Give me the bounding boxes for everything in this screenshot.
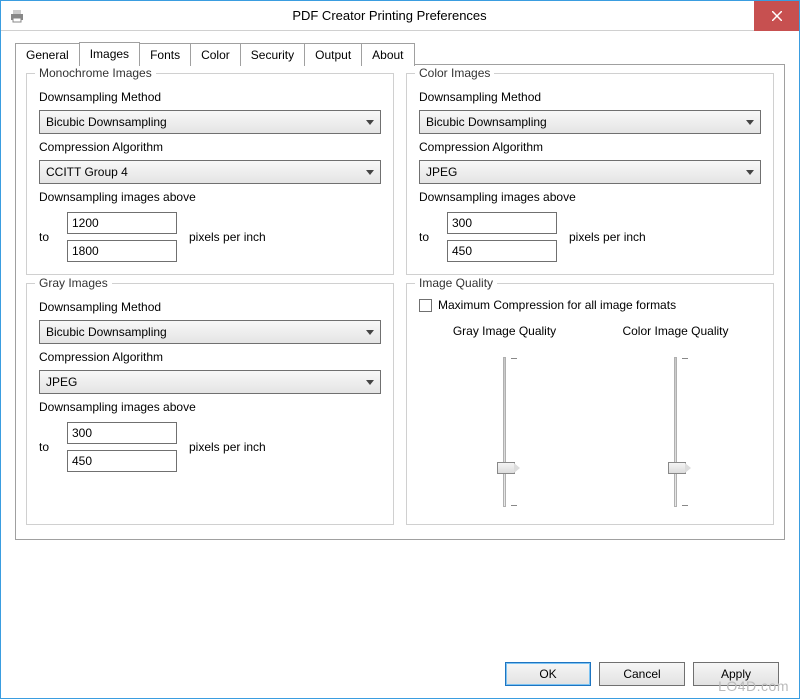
select-value: JPEG bbox=[426, 165, 457, 179]
threshold-row: to pixels per inch bbox=[39, 212, 381, 262]
group-color: Color Images Downsampling Method Bicubic… bbox=[406, 73, 774, 275]
label-ppi: pixels per inch bbox=[189, 440, 266, 454]
printer-icon bbox=[9, 8, 25, 24]
inputs-col bbox=[447, 212, 557, 262]
label-above: Downsampling images above bbox=[39, 190, 381, 204]
tab-fonts[interactable]: Fonts bbox=[139, 43, 191, 66]
label-ppi: pixels per inch bbox=[189, 230, 266, 244]
select-value: Bicubic Downsampling bbox=[426, 115, 547, 129]
slider-gray-col: Gray Image Quality bbox=[422, 324, 586, 512]
slider-thumb[interactable] bbox=[497, 462, 515, 474]
slider-gray-quality[interactable] bbox=[485, 352, 525, 512]
group-title: Gray Images bbox=[35, 276, 112, 290]
select-mono-compression[interactable]: CCITT Group 4 bbox=[39, 160, 381, 184]
tab-general[interactable]: General bbox=[15, 43, 80, 66]
label-ds-method: Downsampling Method bbox=[39, 300, 381, 314]
label-to: to bbox=[419, 230, 439, 244]
select-color-downsampling[interactable]: Bicubic Downsampling bbox=[419, 110, 761, 134]
label-above: Downsampling images above bbox=[39, 400, 381, 414]
input-gray-threshold1[interactable] bbox=[67, 422, 177, 444]
checkbox-row: Maximum Compression for all image format… bbox=[419, 298, 761, 312]
group-quality: Image Quality Maximum Compression for al… bbox=[406, 283, 774, 525]
window-title: PDF Creator Printing Preferences bbox=[25, 8, 754, 23]
label-to: to bbox=[39, 440, 59, 454]
tab-images[interactable]: Images bbox=[79, 42, 140, 65]
slider-track bbox=[503, 357, 506, 507]
input-mono-threshold1[interactable] bbox=[67, 212, 177, 234]
slider-tick bbox=[682, 358, 688, 359]
slider-tick bbox=[511, 505, 517, 506]
slider-tick bbox=[511, 358, 517, 359]
checkbox-max-compression[interactable] bbox=[419, 299, 432, 312]
select-color-compression[interactable]: JPEG bbox=[419, 160, 761, 184]
dialog-window: PDF Creator Printing Preferences General… bbox=[0, 0, 800, 699]
slider-track bbox=[674, 357, 677, 507]
threshold-row: to pixels per inch bbox=[419, 212, 761, 262]
group-monochrome: Monochrome Images Downsampling Method Bi… bbox=[26, 73, 394, 275]
label-to: to bbox=[39, 230, 59, 244]
group-title: Image Quality bbox=[415, 276, 497, 290]
titlebar: PDF Creator Printing Preferences bbox=[1, 1, 799, 31]
slider-tick bbox=[682, 505, 688, 506]
select-value: Bicubic Downsampling bbox=[46, 325, 167, 339]
apply-button[interactable]: Apply bbox=[693, 662, 779, 686]
input-mono-threshold2[interactable] bbox=[67, 240, 177, 262]
dialog-buttons: OK Cancel Apply bbox=[505, 662, 779, 686]
threshold-row: to pixels per inch bbox=[39, 422, 381, 472]
slider-thumb[interactable] bbox=[668, 462, 686, 474]
tab-security[interactable]: Security bbox=[240, 43, 305, 66]
label-ds-method: Downsampling Method bbox=[39, 90, 381, 104]
close-icon bbox=[772, 11, 782, 21]
group-title: Color Images bbox=[415, 66, 494, 80]
tab-strip: General Images Fonts Color Security Outp… bbox=[15, 41, 785, 65]
label-color-quality: Color Image Quality bbox=[622, 324, 728, 338]
slider-color-quality[interactable] bbox=[656, 352, 696, 512]
sliders-row: Gray Image Quality Color Image Quality bbox=[419, 324, 761, 512]
inputs-col bbox=[67, 422, 177, 472]
tab-panel: Monochrome Images Downsampling Method Bi… bbox=[15, 65, 785, 540]
select-value: CCITT Group 4 bbox=[46, 165, 128, 179]
group-gray: Gray Images Downsampling Method Bicubic … bbox=[26, 283, 394, 525]
select-value: Bicubic Downsampling bbox=[46, 115, 167, 129]
input-color-threshold1[interactable] bbox=[447, 212, 557, 234]
label-ppi: pixels per inch bbox=[569, 230, 646, 244]
label-ds-method: Downsampling Method bbox=[419, 90, 761, 104]
input-color-threshold2[interactable] bbox=[447, 240, 557, 262]
select-mono-downsampling[interactable]: Bicubic Downsampling bbox=[39, 110, 381, 134]
slider-color-col: Color Image Quality bbox=[593, 324, 757, 512]
ok-button[interactable]: OK bbox=[505, 662, 591, 686]
tab-output[interactable]: Output bbox=[304, 43, 362, 66]
select-value: JPEG bbox=[46, 375, 77, 389]
select-gray-compression[interactable]: JPEG bbox=[39, 370, 381, 394]
input-gray-threshold2[interactable] bbox=[67, 450, 177, 472]
label-gray-quality: Gray Image Quality bbox=[453, 324, 556, 338]
label-above: Downsampling images above bbox=[419, 190, 761, 204]
label-compression: Compression Algorithm bbox=[419, 140, 761, 154]
content-area: General Images Fonts Color Security Outp… bbox=[1, 31, 799, 550]
label-compression: Compression Algorithm bbox=[39, 140, 381, 154]
select-gray-downsampling[interactable]: Bicubic Downsampling bbox=[39, 320, 381, 344]
cancel-button[interactable]: Cancel bbox=[599, 662, 685, 686]
label-max-compression: Maximum Compression for all image format… bbox=[438, 298, 676, 312]
label-compression: Compression Algorithm bbox=[39, 350, 381, 364]
group-title: Monochrome Images bbox=[35, 66, 156, 80]
close-button[interactable] bbox=[754, 1, 799, 31]
inputs-col bbox=[67, 212, 177, 262]
tab-color[interactable]: Color bbox=[190, 43, 241, 66]
tab-about[interactable]: About bbox=[361, 43, 414, 66]
